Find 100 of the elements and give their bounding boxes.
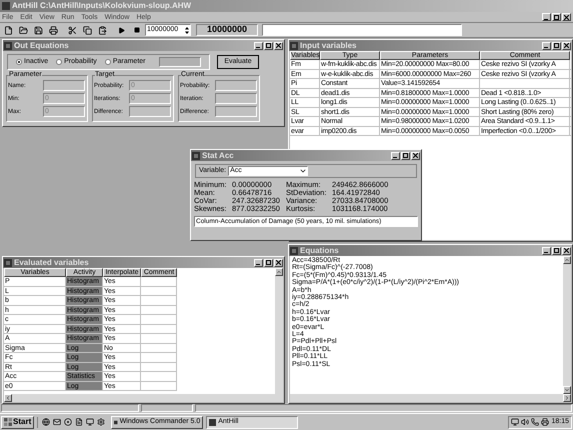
comment-cell — [141, 382, 177, 391]
vertical-scrollbar[interactable] — [563, 256, 571, 394]
scroll-up-icon — [564, 257, 570, 263]
maximize-icon — [554, 248, 559, 253]
close-icon — [276, 260, 281, 265]
close-icon — [564, 14, 569, 20]
radio-button[interactable] — [16, 59, 22, 65]
start-button[interactable]: Start — [1, 416, 34, 428]
gear-icon — [96, 418, 105, 426]
open-folder-icon — [19, 26, 28, 34]
close-icon — [413, 153, 418, 158]
app-icon — [2, 2, 10, 10]
app-icon — [290, 42, 298, 50]
comment-cell — [141, 306, 177, 315]
maximize-button[interactable] — [552, 13, 561, 21]
close-icon — [564, 248, 569, 253]
window-title: Input variables — [300, 42, 356, 50]
monitor-icon — [86, 418, 94, 426]
minimize-button[interactable] — [254, 258, 263, 266]
toolbar-button[interactable] — [81, 24, 94, 36]
close-button[interactable] — [562, 42, 571, 50]
comment-cell — [141, 315, 177, 324]
close-button[interactable] — [562, 13, 571, 21]
comment-cell — [141, 324, 177, 334]
quick-launch-button[interactable] — [41, 416, 50, 428]
speaker-icon — [521, 418, 530, 426]
comment-cell — [141, 362, 177, 372]
minimize-button[interactable] — [542, 42, 551, 50]
close-button[interactable] — [411, 152, 420, 160]
minimize-button[interactable] — [542, 246, 551, 254]
toolbar-button[interactable] — [47, 24, 60, 36]
globe-icon — [42, 418, 50, 426]
app-icon — [290, 246, 298, 254]
scissors-icon — [68, 26, 77, 34]
windows-logo-icon — [4, 418, 12, 426]
maximize-button[interactable] — [264, 258, 273, 266]
maximize-icon — [266, 43, 271, 48]
vertical-scrollbar[interactable] — [275, 268, 283, 394]
comment-cell — [141, 286, 177, 296]
radio-button[interactable] — [56, 59, 62, 65]
maximize-icon — [554, 43, 559, 48]
app-title: AntHill C:\AntHill\Inputs\Kolokvium-sloup.AHW — [12, 2, 192, 10]
maximize-button[interactable] — [401, 152, 410, 160]
window-title: Equations — [300, 246, 339, 254]
scroll-right-icon — [564, 395, 570, 401]
quick-launch-button[interactable] — [52, 416, 62, 428]
app-icon — [209, 418, 216, 426]
comment-cell — [141, 353, 177, 362]
close-button[interactable] — [274, 42, 283, 50]
app-icon — [4, 258, 12, 266]
maximize-icon — [554, 14, 559, 20]
close-button[interactable] — [562, 246, 571, 254]
text-field[interactable] — [262, 24, 462, 36]
maximize-button[interactable] — [264, 42, 273, 50]
app-icon — [4, 42, 12, 50]
play-icon — [118, 26, 125, 34]
disc-icon — [64, 418, 72, 426]
phone-icon — [531, 418, 540, 426]
monitor-icon — [511, 418, 520, 426]
printer-icon — [49, 26, 58, 34]
maximize-button[interactable] — [552, 42, 561, 50]
mail-icon — [52, 418, 61, 426]
maximize-icon — [266, 260, 271, 265]
quick-launch-button[interactable] — [85, 416, 94, 428]
stop-icon — [134, 27, 140, 33]
maximize-icon — [403, 153, 408, 158]
printer-icon — [541, 418, 550, 426]
document-icon — [74, 418, 83, 426]
radio-button[interactable] — [104, 59, 111, 65]
quick-launch-button[interactable] — [96, 416, 106, 428]
toolbar-button[interactable] — [66, 24, 79, 36]
minimize-button[interactable] — [391, 152, 400, 160]
minimize-button[interactable] — [254, 42, 263, 50]
window-title: Out Equations — [14, 42, 69, 50]
comment-cell — [141, 277, 177, 286]
toolbar-button[interactable] — [17, 24, 30, 36]
spin-arrows-icon — [184, 26, 190, 34]
scroll-down-icon — [564, 387, 570, 393]
scroll-up-icon — [276, 269, 282, 275]
close-icon — [564, 43, 569, 48]
quick-launch-button[interactable] — [74, 416, 84, 428]
comment-cell — [141, 344, 177, 353]
toolbar-button[interactable] — [32, 24, 45, 36]
window-title: Evaluated variables — [14, 258, 89, 266]
iteration-counter: 10000000 — [196, 24, 258, 36]
horizontal-scrollbar[interactable] — [290, 394, 571, 402]
save-icon — [34, 26, 43, 34]
toolbar-button[interactable] — [2, 24, 15, 36]
maximize-button[interactable] — [552, 246, 561, 254]
quick-launch-button[interactable] — [63, 416, 72, 428]
minimize-button[interactable] — [542, 13, 551, 21]
app-icon — [114, 418, 118, 426]
toolbar-button[interactable] — [96, 24, 109, 36]
app-icon — [192, 152, 200, 160]
close-button[interactable] — [274, 258, 283, 266]
horizontal-scrollbar[interactable] — [4, 394, 283, 402]
comment-cell — [141, 334, 177, 344]
scroll-left-icon — [5, 395, 11, 401]
parameter-field[interactable] — [159, 57, 201, 67]
equations-text-area[interactable] — [290, 256, 563, 394]
